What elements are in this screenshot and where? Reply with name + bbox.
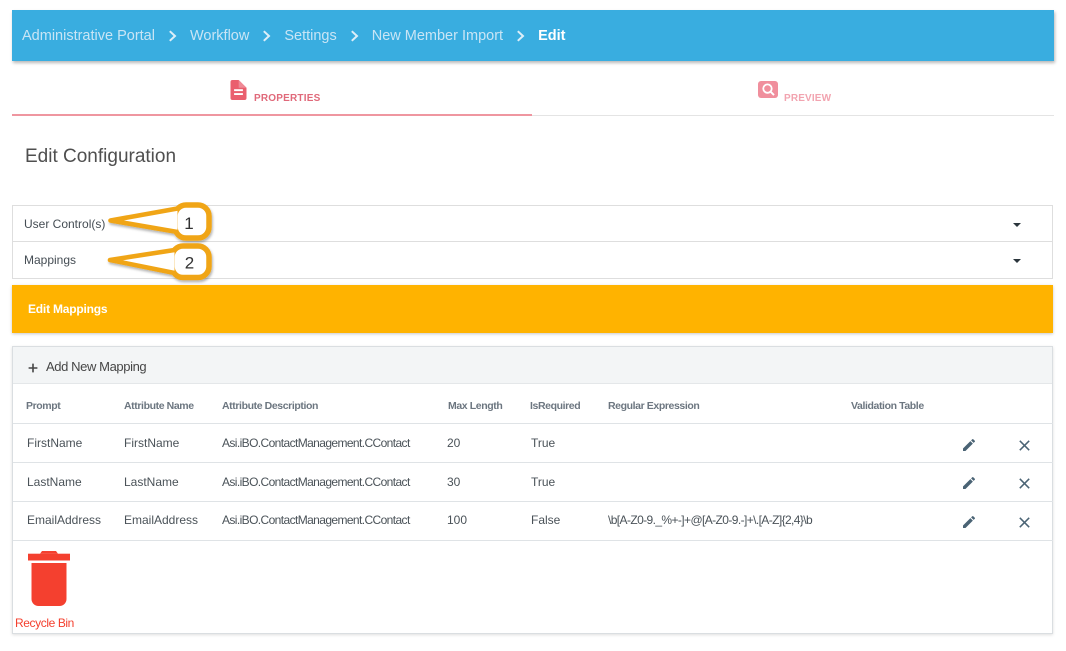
svg-text:1: 1 [184, 214, 193, 233]
svg-text:2: 2 [185, 254, 194, 273]
